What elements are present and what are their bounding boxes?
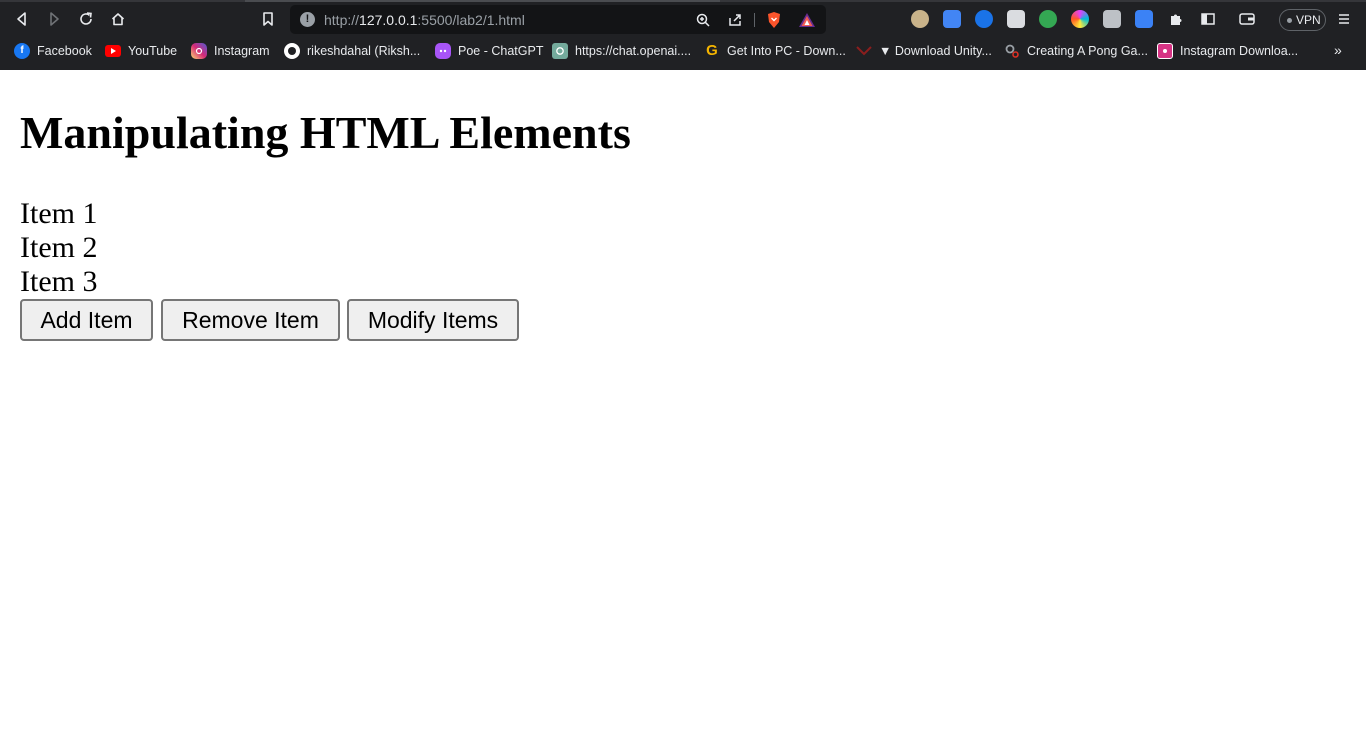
ai-tool-extension-icon[interactable] [1135,10,1153,28]
bookmark-label: Creating A Pong Ga... [1027,44,1148,58]
reload-button[interactable] [73,6,99,32]
chatgpt-extension-icon[interactable] [1039,10,1057,28]
bookmark-unity-download[interactable]: ▼ Download Unity... [856,41,992,61]
wallet-icon [1239,13,1255,25]
home-button[interactable] [105,6,131,32]
ghost-extension-icon[interactable] [1007,10,1025,28]
forward-button[interactable] [41,6,67,32]
window-copy-icon[interactable] [1103,10,1121,28]
gears-icon [1004,43,1020,59]
brave-shields-icon[interactable] [764,10,784,30]
list-item: Item 3 [20,265,98,298]
bookmark-instagram-downloader[interactable]: Instagram Downloa... [1157,41,1298,61]
share-icon[interactable] [725,10,745,30]
back-arrow-icon [17,12,26,26]
bookmark-label: rikeshdahal (Riksh... [307,44,421,58]
bookmark-label: ▼ Download Unity... [879,44,992,58]
extensions-button[interactable] [1163,6,1189,32]
bookmarks-overflow-icon[interactable]: » [1334,42,1342,58]
shazam-icon[interactable] [975,10,993,28]
github-icon [284,43,300,59]
openai-icon [552,43,568,59]
instagram-downloader-icon [1157,43,1173,59]
address-url[interactable]: http://127.0.0.1:5500/lab2/1.html [324,12,525,28]
vpn-button[interactable]: VPN [1279,9,1326,31]
bookmark-page-button[interactable] [255,6,281,32]
page-title: Manipulating HTML Elements [20,107,631,158]
site-info-icon[interactable]: ! [300,12,315,27]
puzzle-icon [1171,14,1182,25]
bookmark-label: YouTube [128,44,178,58]
home-icon [111,13,125,26]
bookmark-pong-game[interactable]: Creating A Pong Ga... [1004,41,1148,61]
url-host: 127.0.0.1 [359,12,418,28]
bookmark-label: Instagram [214,44,270,58]
remove-item-button[interactable]: Remove Item [161,299,340,341]
bookmark-openai[interactable]: https://chat.openai.... [552,41,691,61]
youtube-icon [105,45,121,57]
color-picker-icon[interactable] [1071,10,1089,28]
bookmarks-bar: f Facebook YouTube Instagram rikeshdahal … [0,38,1366,64]
sidebar-button[interactable] [1195,6,1221,32]
bookmark-poe[interactable]: Poe - ChatGPT [435,41,543,61]
getintopc-icon: G [706,42,718,59]
browser-chrome: ! http://127.0.0.1:5500/lab2/1.html VPN … [0,0,1366,70]
bookmark-label: Facebook [37,44,92,58]
bookmark-github[interactable]: rikeshdahal (Riksh... [284,41,420,61]
bookmark-label: Get Into PC - Down... [727,44,846,58]
vpn-label: VPN [1296,13,1321,27]
list-item: Item 1 [20,197,98,230]
url-path: :5500/lab2/1.html [417,12,525,28]
zoom-icon[interactable] [693,10,713,30]
page-viewport: Manipulating HTML Elements Item 1 Item 2… [0,70,1366,739]
sidebar-icon [1201,13,1215,25]
hamburger-menu-icon [1339,14,1349,24]
url-scheme: http:// [324,12,360,28]
forward-arrow-icon [50,12,59,26]
bookmark-instagram[interactable]: Instagram [191,41,270,61]
wallet-button[interactable] [1234,6,1260,32]
google-translate-icon[interactable] [943,10,961,28]
list-item: Item 2 [20,231,98,264]
bookmark-facebook[interactable]: f Facebook [14,41,92,61]
address-bar[interactable]: ! http://127.0.0.1:5500/lab2/1.html [290,5,826,34]
omnibox-divider [754,13,755,27]
back-button[interactable] [9,6,35,32]
poe-icon [435,43,451,59]
modify-items-button[interactable]: Modify Items [347,299,519,341]
bookmark-label: Instagram Downloa... [1180,44,1299,58]
reload-icon [80,12,92,25]
instagram-icon [191,43,207,59]
vpn-status-dot [1287,18,1292,23]
facebook-icon: f [14,43,30,59]
unity-download-icon [856,43,872,59]
brave-rewards-icon[interactable] [797,10,817,30]
browser-toolbar: ! http://127.0.0.1:5500/lab2/1.html VPN [0,2,1366,36]
bookmark-getintopc[interactable]: G Get Into PC - Down... [704,41,846,61]
add-item-button[interactable]: Add Item [20,299,153,341]
bookmark-label: https://chat.openai.... [575,44,692,58]
bookmark-label: Poe - ChatGPT [458,44,544,58]
bookmark-icon [263,12,273,26]
owl-extension-icon[interactable] [911,10,929,28]
main-menu-button[interactable] [1331,6,1357,32]
bookmark-youtube[interactable]: YouTube [105,41,177,61]
